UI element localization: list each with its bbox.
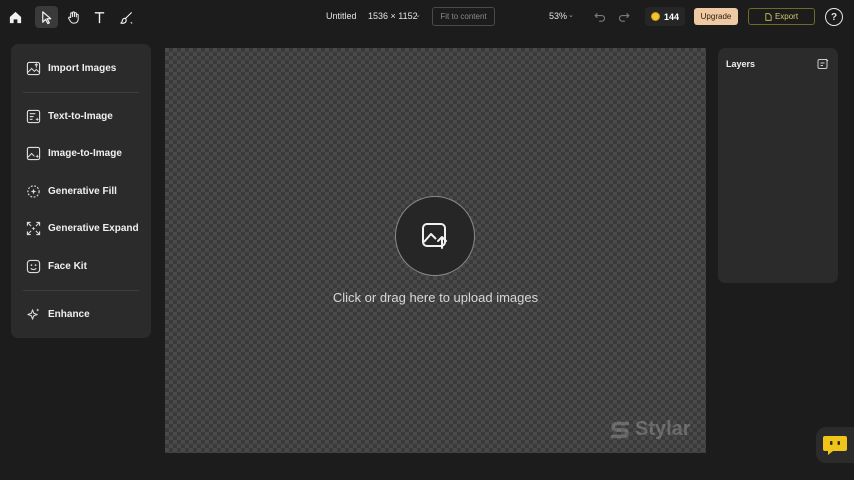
stylar-logo-icon: [610, 421, 630, 438]
tools-panel: Import Images Text-to-Image Image-to-Ima…: [11, 44, 151, 338]
canvas-size-select[interactable]: 1536 × 1152: [368, 11, 418, 21]
sparkle-icon: [27, 307, 40, 320]
upload-image-icon: [422, 223, 447, 249]
chevron-down-icon[interactable]: ⌄: [568, 11, 574, 19]
sidebar-item-generative-expand[interactable]: Generative Expand: [26, 219, 141, 237]
upgrade-button[interactable]: Upgrade: [694, 8, 738, 25]
sidebar-item-label: Generative Fill: [48, 185, 117, 197]
credits-count: 144: [663, 11, 680, 22]
sidebar-item-text-to-image[interactable]: Text-to-Image: [26, 107, 141, 125]
text-to-image-icon: [26, 109, 41, 123]
sidebar-item-label: Face Kit: [48, 260, 87, 272]
text-tool-button[interactable]: [88, 6, 111, 28]
sidebar-item-image-to-image[interactable]: Image-to-Image: [26, 144, 141, 162]
top-toolbar: Untitled 1536 × 1152 ⌄ Fit to content 53…: [0, 0, 854, 34]
cursor-icon: [42, 10, 52, 24]
export-button[interactable]: Export: [748, 8, 815, 25]
upload-hint: Click or drag here to upload images: [332, 290, 539, 305]
chat-bot-icon: [823, 436, 847, 455]
chat-assistant-button[interactable]: [816, 427, 854, 463]
layers-options-icon[interactable]: [817, 58, 829, 70]
fit-to-content-button[interactable]: Fit to content: [432, 7, 495, 26]
upload-button[interactable]: [395, 196, 475, 276]
home-button[interactable]: [4, 6, 27, 28]
home-icon: [9, 11, 22, 23]
document-title[interactable]: Untitled: [326, 11, 357, 21]
coin-icon: [650, 12, 660, 21]
divider: [23, 290, 139, 291]
redo-icon[interactable]: [617, 9, 631, 23]
generative-fill-icon: [27, 184, 40, 198]
sidebar-item-face-kit[interactable]: Face Kit: [26, 257, 141, 275]
import-image-icon: [26, 61, 41, 75]
canvas-drop-area[interactable]: Click or drag here to upload images Styl…: [165, 48, 706, 453]
credits-badge[interactable]: 144: [645, 7, 685, 26]
sidebar-item-label: Generative Expand: [48, 222, 139, 234]
sidebar-item-label: Image-to-Image: [48, 147, 122, 159]
chevron-down-icon[interactable]: ⌄: [415, 11, 421, 19]
stylar-watermark: Stylar: [609, 418, 691, 441]
undo-icon[interactable]: [593, 9, 607, 23]
hand-tool-button[interactable]: [62, 6, 85, 28]
watermark-text: Stylar: [635, 418, 691, 440]
sidebar-item-enhance[interactable]: Enhance: [26, 305, 141, 323]
text-icon: [94, 11, 105, 23]
generative-expand-icon: [26, 221, 41, 235]
face-icon: [26, 259, 41, 273]
file-icon: [765, 12, 772, 21]
hand-icon: [68, 10, 79, 24]
help-button[interactable]: ?: [825, 8, 843, 26]
sidebar-item-generative-fill[interactable]: Generative Fill: [26, 182, 141, 200]
layers-title: Layers: [726, 59, 756, 69]
sidebar-item-label: Import Images: [48, 62, 117, 74]
sidebar-item-import-images[interactable]: Import Images: [26, 59, 141, 77]
export-label: Export: [774, 12, 799, 21]
divider: [23, 92, 139, 93]
brush-tool-button[interactable]: [115, 6, 138, 28]
select-tool-button[interactable]: [35, 6, 58, 28]
sidebar-item-label: Enhance: [48, 308, 90, 320]
sidebar-item-label: Text-to-Image: [48, 110, 113, 122]
brush-icon: [120, 11, 133, 24]
zoom-level[interactable]: 53%: [549, 11, 567, 21]
layers-panel: Layers: [718, 48, 838, 283]
image-to-image-icon: [26, 146, 41, 160]
